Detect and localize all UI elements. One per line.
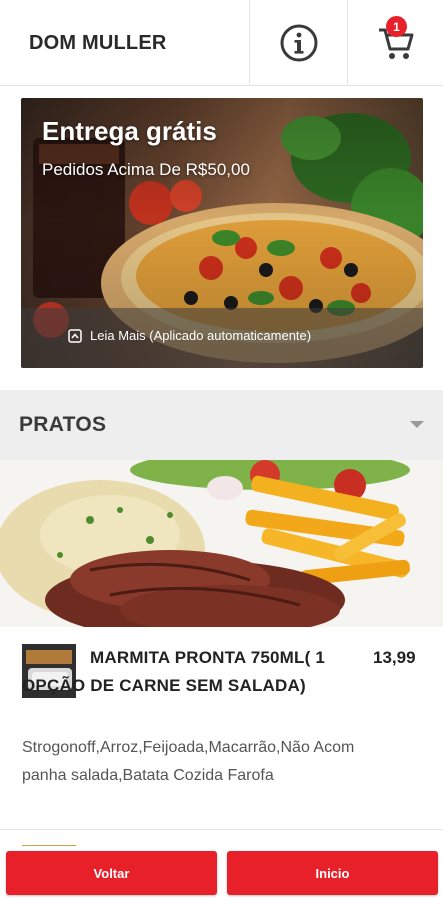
cart-count-badge: 1 xyxy=(386,16,407,37)
category-title: PRATOS xyxy=(19,413,107,436)
read-more-link[interactable]: Leia Mais (Aplicado automaticamente) xyxy=(68,328,312,343)
category-header[interactable]: PRATOS xyxy=(0,390,443,460)
category-hero-image xyxy=(0,460,443,627)
banner-subtitle: Pedidos Acima De R$50,00 xyxy=(42,160,250,179)
item-description: Strogonoff,Arroz,Feijoada,Macarrão,Não A… xyxy=(22,739,355,784)
item-price: 13,99 xyxy=(373,648,416,667)
steak-plate-image xyxy=(0,460,443,627)
banner-title: Entrega grátis xyxy=(42,116,217,146)
item-name: MARMITA PRONTA 750ML( 1 OPÇÃO DE CARNE S… xyxy=(22,648,326,695)
caret-down-icon xyxy=(410,421,424,428)
promo-banner[interactable]: Entrega grátis Pedidos Acima De R$50,00 … xyxy=(21,98,423,368)
store-name: DOM MULLER xyxy=(29,32,167,54)
chevron-up-icon xyxy=(68,328,82,343)
app-header: DOM MULLER 1 xyxy=(0,0,443,86)
bottom-action-bar: Voltar Inicio xyxy=(0,846,443,900)
home-button[interactable]: Inicio xyxy=(227,851,438,895)
read-more-text: Leia Mais (Aplicado automaticamente) xyxy=(90,328,312,343)
info-button[interactable] xyxy=(249,0,347,86)
menu-item[interactable]: MARMITA PRONTA 750ML( 1 OPÇÃO DE CARNE S… xyxy=(0,627,443,830)
back-button[interactable]: Voltar xyxy=(6,851,217,895)
cart-button[interactable] xyxy=(347,0,443,86)
info-icon xyxy=(280,24,317,62)
